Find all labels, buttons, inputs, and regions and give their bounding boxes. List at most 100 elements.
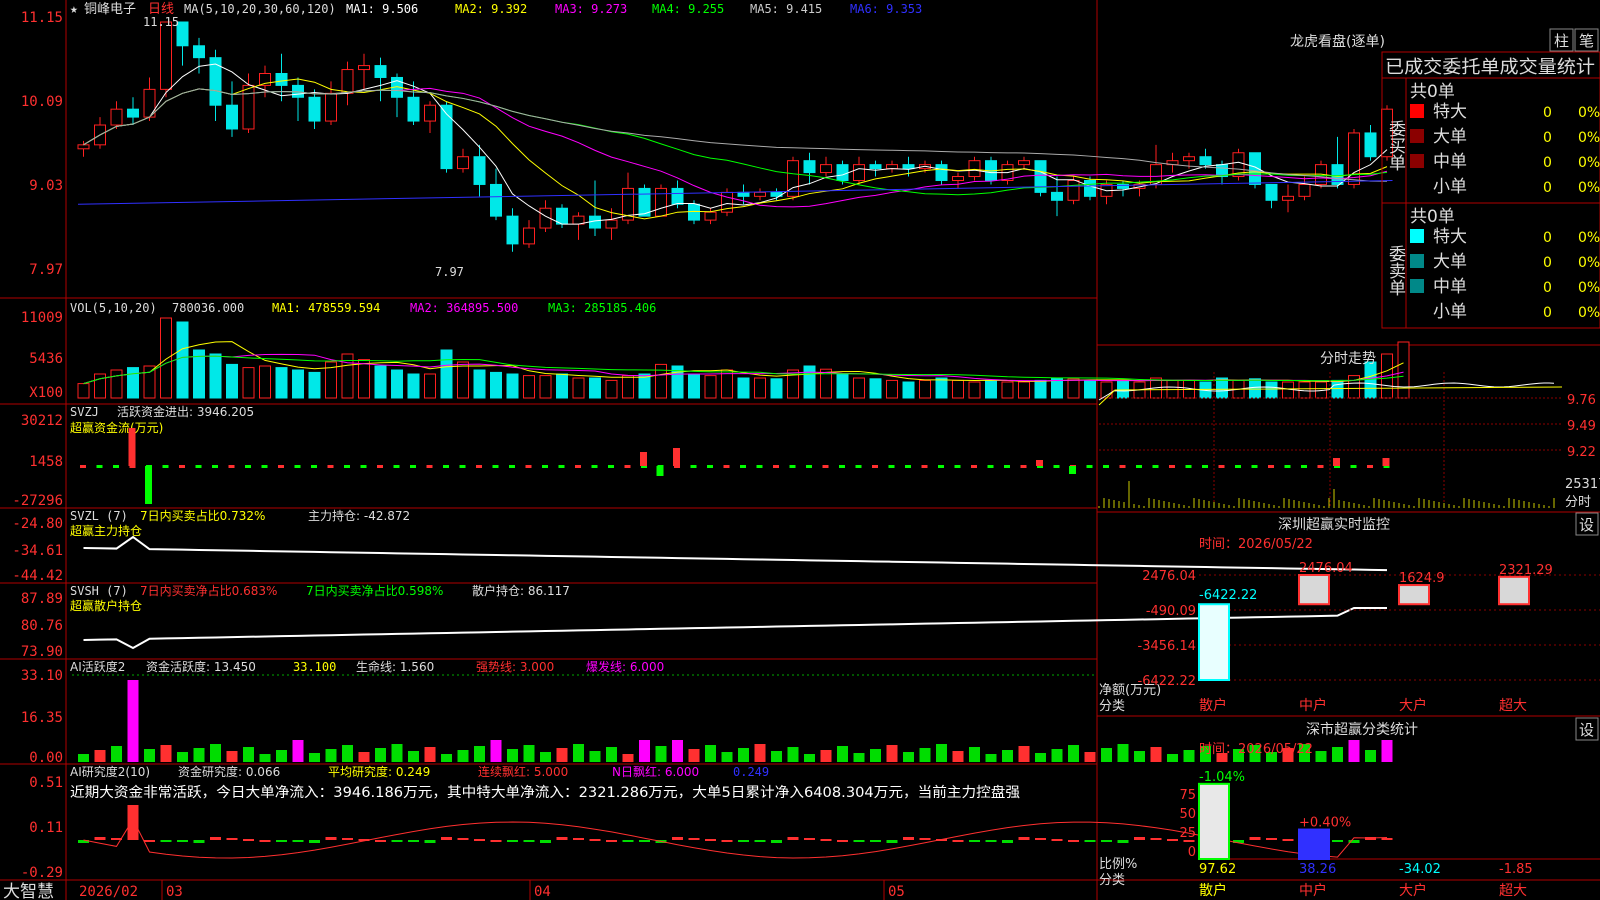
ai-bar — [721, 752, 733, 762]
candle-body — [193, 45, 205, 59]
research-bar — [94, 837, 106, 840]
svzj-tick — [261, 465, 268, 468]
ai-bar — [226, 751, 238, 762]
fenshi-vol-label: 25317 — [1565, 477, 1600, 492]
svzj-tick — [872, 465, 878, 468]
y-tick: 10.09 — [21, 94, 63, 110]
svzj-tick — [228, 465, 235, 468]
svzj-tick — [773, 465, 779, 468]
volume-bar — [1331, 379, 1344, 399]
volume-bar — [655, 363, 667, 399]
svzj-tick — [1235, 465, 1241, 468]
y-tick: 33.10 — [21, 668, 63, 684]
order-type-label: 小单 — [1433, 302, 1467, 322]
vol-value: 780036.000 — [172, 301, 244, 315]
order-type-label: 中单 — [1433, 152, 1467, 172]
y-tick: 87.89 — [21, 591, 63, 607]
order-color-swatch — [1410, 279, 1424, 293]
market-terminal: ★ 铜峰电子 日线 MA(5,10,20,30,60,120) MA1: 9.5… — [0, 0, 1600, 900]
ai-bar — [309, 753, 320, 762]
candle-body — [523, 227, 535, 245]
volume-bar — [605, 379, 618, 399]
candle-body — [110, 108, 123, 126]
research-bar — [507, 840, 518, 842]
svzj-tick — [212, 465, 218, 468]
monitor-bar — [1298, 574, 1330, 606]
volume-bar — [473, 369, 486, 399]
order-volume: 0 — [1543, 280, 1552, 296]
research-bar — [1051, 839, 1063, 841]
svzj-tick — [591, 465, 598, 468]
order-percent: 0% — [1578, 280, 1600, 296]
svzj-sub: 超赢资金流(万元) — [70, 420, 163, 435]
ai-bar — [276, 750, 287, 762]
monitor-time: 时间：2026/05/22 — [1199, 537, 1313, 552]
research-bar — [177, 840, 188, 842]
candle-body — [275, 73, 288, 86]
svzj-tick — [1136, 465, 1142, 468]
ai-bar — [606, 747, 617, 762]
research-bar — [1249, 837, 1261, 840]
candle-body — [952, 176, 964, 181]
y-tick: 9.22 — [1567, 445, 1596, 460]
research-bar — [259, 840, 271, 842]
ai-bar — [985, 754, 997, 762]
order-percent: 0% — [1578, 230, 1600, 246]
research-bar — [1084, 840, 1096, 842]
candle-body — [836, 164, 849, 181]
svzj-bar — [640, 452, 647, 466]
low-label: 7.97 — [435, 265, 464, 279]
monitor-category-label: 超大 — [1499, 698, 1527, 714]
ai-bar — [622, 754, 634, 762]
ma3-value: MA3: 9.273 — [555, 2, 627, 16]
volume-bar — [1265, 381, 1278, 399]
svzj-title: SVZJ — [70, 405, 99, 419]
class-top-label: -1.04% — [1199, 770, 1245, 785]
monitor-settings-label: 设 — [1579, 516, 1594, 534]
y-tick: 0.51 — [29, 775, 63, 791]
svzj-tick — [1317, 465, 1324, 468]
research-bar — [820, 839, 832, 841]
y-tick: 1458 — [29, 454, 63, 470]
svsh-l1: 7日内买卖净占比0.683% — [140, 583, 277, 598]
svzj-tick — [509, 465, 515, 468]
volume-bar — [440, 349, 453, 399]
research-bar — [1266, 838, 1277, 840]
ai-title: AI活跃度2 — [70, 659, 125, 674]
research-bar — [309, 840, 320, 843]
y-tick: -27296 — [12, 493, 63, 509]
volume-bar — [803, 365, 816, 399]
research-bar — [1068, 840, 1079, 842]
research-l5: 0.249 — [733, 765, 769, 779]
y-tick: 7.97 — [29, 262, 63, 278]
research-bar — [1381, 838, 1393, 840]
research-bar — [243, 839, 254, 841]
svzj-tick — [1268, 465, 1274, 468]
order-percent: 0% — [1578, 255, 1600, 271]
svsh-l3: 散户持仓: 86.117 — [472, 583, 570, 598]
svzj-tick — [938, 465, 944, 468]
volume-bar — [407, 373, 420, 399]
volume-bar — [770, 378, 783, 399]
research-bar — [193, 840, 205, 843]
order-percent: 0% — [1578, 105, 1600, 121]
order-color-swatch — [1410, 179, 1424, 193]
research-bar — [375, 840, 386, 842]
research-bar — [573, 838, 584, 840]
svzj-tick — [162, 465, 169, 468]
volume-bar — [242, 367, 255, 399]
ai-bar — [292, 740, 304, 762]
order-type-label: 大单 — [1433, 127, 1467, 147]
ai-bar — [1150, 747, 1162, 762]
ai-bar — [127, 680, 139, 762]
volume-bar — [539, 375, 552, 399]
y-tick: X100 — [29, 385, 63, 401]
y-tick: 30212 — [21, 413, 63, 429]
research-bar — [837, 840, 848, 842]
research-bar — [771, 840, 782, 843]
svzj-tick — [294, 465, 301, 468]
stock-name[interactable]: 铜峰电子 — [84, 2, 136, 17]
svzj-tick — [278, 465, 284, 468]
ai-bar — [210, 744, 221, 762]
volume-bar — [77, 383, 90, 399]
